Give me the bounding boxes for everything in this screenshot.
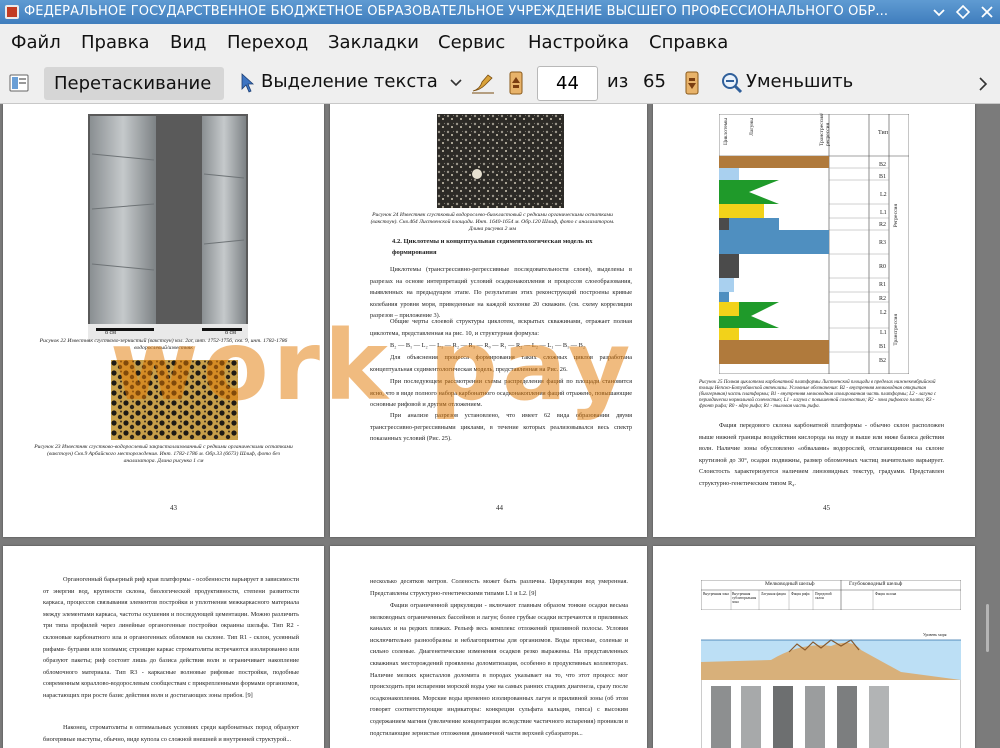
type-label: R2 bbox=[879, 296, 887, 302]
column-lagoons: Лагуны bbox=[749, 118, 755, 136]
page-of-label: из bbox=[607, 71, 629, 92]
type-label: B1 bbox=[879, 344, 887, 350]
type-label: R1 bbox=[879, 282, 887, 288]
zone-deep-shelf: Глубоководный шельф bbox=[849, 581, 903, 587]
type-label: B2 bbox=[879, 162, 887, 168]
type-label: L2 bbox=[880, 192, 887, 198]
menu-view[interactable]: Вид bbox=[170, 32, 207, 53]
zone-shallow-shelf: Мелководный шельф bbox=[765, 581, 815, 587]
page-48: Мелководный шельф Глубоководный шельф Вн… bbox=[653, 546, 975, 748]
facies-column-label: Внутренняя зона bbox=[703, 592, 729, 596]
stromatolite-paragraph: Наконец, строматолиты в оптимальных усло… bbox=[43, 724, 299, 743]
window-title: ФЕДЕРАЛЬНОЕ ГОСУДАРСТВЕННОЕ БЮДЖЕТНОЕ ОБ… bbox=[24, 4, 889, 19]
page-45: Циклотемы Лагуны Трансгрессия/ регрессия… bbox=[653, 104, 975, 537]
figure-25-caption: Рисунок 25 Полная циклотема карбонатной … bbox=[699, 380, 937, 409]
menu-help[interactable]: Справка bbox=[649, 32, 728, 53]
sidebar-toggle-icon[interactable] bbox=[8, 72, 30, 94]
facies-column-label: Фация рифа bbox=[791, 592, 810, 596]
column-type: Тип bbox=[878, 130, 888, 136]
okular-app-icon bbox=[5, 5, 19, 19]
chevron-down-icon[interactable] bbox=[450, 78, 462, 88]
facies-column-label: Внутренняя сублиторальная зона bbox=[732, 592, 757, 604]
core-photo-1 bbox=[88, 114, 248, 340]
menu-bar: Файл Правка Вид Переход Закладки Сервис … bbox=[0, 24, 1000, 62]
sea-level-label: Уровень моря bbox=[923, 632, 947, 637]
salinity-paragraph: несколько десятков метров. Соленость мож… bbox=[370, 578, 628, 597]
page-number-44: 44 bbox=[496, 504, 503, 512]
type-label: B2 bbox=[879, 358, 887, 364]
menu-go[interactable]: Переход bbox=[227, 32, 308, 53]
previous-page-icon[interactable] bbox=[509, 71, 523, 95]
type-label: R2 bbox=[879, 222, 887, 228]
menu-edit[interactable]: Правка bbox=[81, 32, 150, 53]
type-label: R3 bbox=[879, 240, 887, 246]
text-select-label[interactable]: Выделение текста bbox=[261, 71, 438, 92]
facies-column-label: Лагунная фация bbox=[761, 592, 786, 596]
vertical-scrollbar-thumb[interactable] bbox=[986, 604, 989, 652]
column-cyclothems: Циклотемы bbox=[723, 118, 729, 146]
phase-regression: Регрессия bbox=[893, 204, 899, 228]
next-page-icon[interactable] bbox=[685, 71, 699, 95]
facies-column-label: Передовой склон bbox=[815, 592, 832, 600]
chevron-right-icon[interactable] bbox=[978, 77, 988, 91]
type-label: L1 bbox=[880, 330, 887, 336]
figure-23-caption: Рисунок 23 Известняк сгустково-водоросле… bbox=[34, 444, 293, 464]
drag-mode-label: Перетаскивание bbox=[54, 73, 212, 94]
menu-tools[interactable]: Сервис bbox=[438, 32, 505, 53]
page-46: Органогенный барьерный риф края платформ… bbox=[3, 546, 324, 748]
page-number-45: 45 bbox=[823, 504, 830, 512]
zoom-out-label[interactable]: Уменьшить bbox=[746, 71, 853, 92]
cursor-icon bbox=[241, 73, 255, 93]
menu-settings[interactable]: Настройка bbox=[528, 32, 629, 53]
page-total: 65 bbox=[643, 71, 666, 92]
type-label: L2 bbox=[880, 310, 887, 316]
annotate-pen-icon[interactable] bbox=[470, 71, 496, 95]
document-viewer[interactable]: 8 см 8 см Рисунок 22 Известняк сгустково… bbox=[0, 104, 1000, 748]
column-transgression: Трансгрессия/ регрессия bbox=[819, 112, 831, 146]
phase-transgression: Трансгрессия bbox=[893, 314, 899, 346]
figure-24-caption: Рисунок 24 Известняк сгустковый водоросл… bbox=[370, 212, 615, 232]
page-number-43: 43 bbox=[170, 504, 177, 512]
zoom-out-icon[interactable] bbox=[721, 72, 743, 94]
title-bar: ФЕДЕРАЛЬНОЕ ГОСУДАРСТВЕННОЕ БЮДЖЕТНОЕ ОБ… bbox=[0, 0, 1000, 24]
restricted-circulation-paragraph: Фации ограниченной циркуляции - включают… bbox=[370, 602, 628, 737]
toolbar: Перетаскивание Выделение текста из 65 Ум… bbox=[0, 62, 1000, 104]
menu-bookmarks[interactable]: Закладки bbox=[328, 32, 419, 53]
facies-column-label: Фация склона bbox=[875, 592, 897, 596]
page-number-input[interactable] bbox=[537, 66, 598, 101]
page-47: несколько десятков метров. Соленость мож… bbox=[330, 546, 647, 748]
watermark: work pay bbox=[110, 310, 635, 422]
minimize-icon[interactable] bbox=[930, 3, 948, 21]
facies-paragraph: Фация передового склона карбонатной плат… bbox=[699, 422, 944, 487]
thin-section-photo-2 bbox=[437, 114, 564, 208]
drag-mode-button[interactable]: Перетаскивание bbox=[44, 67, 224, 100]
menu-file[interactable]: Файл bbox=[11, 32, 61, 53]
shelf-profile-diagram bbox=[701, 580, 961, 748]
type-label: L1 bbox=[880, 210, 887, 216]
close-icon[interactable] bbox=[978, 3, 996, 21]
type-label: B1 bbox=[879, 174, 887, 180]
section-heading: 4.2. Циклотемы и концептуальная седимент… bbox=[392, 238, 593, 256]
reef-paragraph: Органогенный барьерный риф края платформ… bbox=[43, 576, 299, 699]
type-label: R0 bbox=[879, 264, 887, 270]
maximize-icon[interactable] bbox=[954, 3, 972, 21]
